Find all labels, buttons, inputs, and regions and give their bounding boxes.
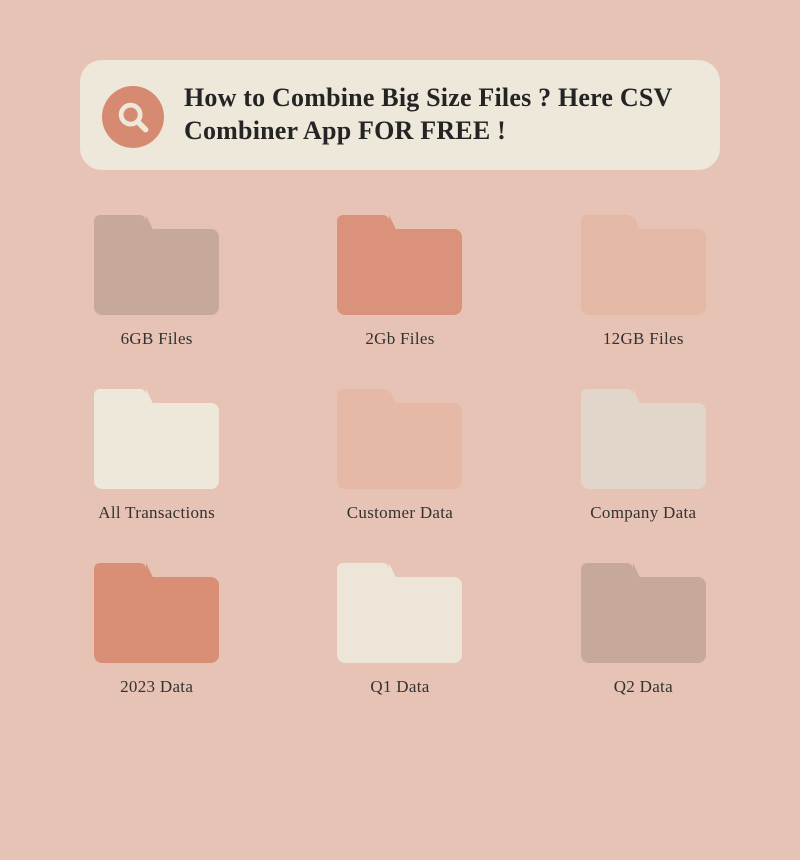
folder-q2-data[interactable]: Q2 Data [581, 563, 706, 697]
folder-icon [94, 389, 219, 489]
folder-label: Q1 Data [370, 677, 429, 697]
folder-icon [94, 215, 219, 315]
folder-icon [581, 389, 706, 489]
folder-2gb-files[interactable]: 2Gb Files [337, 215, 462, 349]
folder-grid: 6GB Files 2Gb Files 12GB Files All Trans… [80, 215, 720, 697]
folder-label: 6GB Files [121, 329, 193, 349]
folder-label: 2023 Data [120, 677, 193, 697]
folder-label: 12GB Files [603, 329, 684, 349]
folder-label: All Transactions [98, 503, 215, 523]
folder-label: 2Gb Files [365, 329, 434, 349]
folder-icon [581, 563, 706, 663]
headline-banner: How to Combine Big Size Files ? Here CSV… [80, 60, 720, 170]
folder-label: Q2 Data [614, 677, 673, 697]
folder-12gb-files[interactable]: 12GB Files [581, 215, 706, 349]
folder-icon [581, 215, 706, 315]
folder-q1-data[interactable]: Q1 Data [337, 563, 462, 697]
folder-6gb-files[interactable]: 6GB Files [94, 215, 219, 349]
headline-text: How to Combine Big Size Files ? Here CSV… [184, 82, 692, 147]
folder-icon [94, 563, 219, 663]
folder-label: Customer Data [347, 503, 453, 523]
search-icon [102, 86, 164, 148]
folder-label: Company Data [590, 503, 696, 523]
folder-icon [337, 563, 462, 663]
folder-icon [337, 215, 462, 315]
folder-company-data[interactable]: Company Data [581, 389, 706, 523]
folder-icon [337, 389, 462, 489]
folder-all-transactions[interactable]: All Transactions [94, 389, 219, 523]
folder-2023-data[interactable]: 2023 Data [94, 563, 219, 697]
folder-customer-data[interactable]: Customer Data [337, 389, 462, 523]
